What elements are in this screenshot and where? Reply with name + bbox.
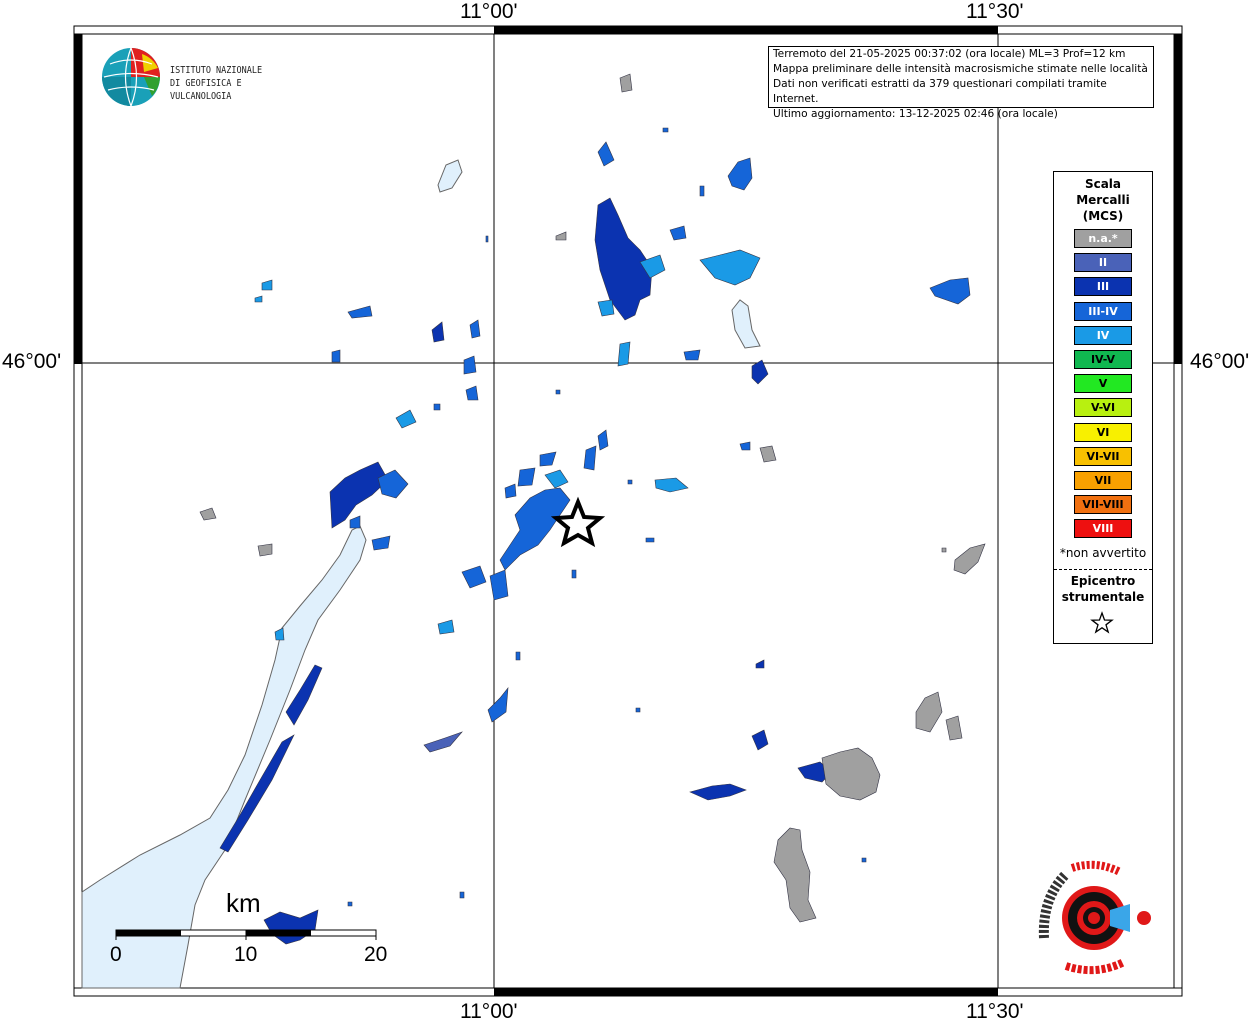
frame-bar-right	[1174, 34, 1182, 364]
event-info-line2: Mappa preliminare delle intensità macros…	[773, 63, 1148, 75]
lon-label-bottom-1: 11°00'	[460, 1000, 518, 1023]
scale-unit-label: km	[226, 888, 261, 918]
legend-item: VI	[1074, 422, 1132, 442]
scale-tick-20: 20	[364, 943, 388, 966]
frame-bar-left	[74, 34, 82, 364]
frame-bar-top	[494, 26, 998, 34]
legend-separator	[1054, 569, 1152, 570]
legend-star-icon	[1090, 611, 1114, 634]
event-info-line3: Dati non verificati estratti da 379 ques…	[773, 78, 1107, 105]
legend-title-line2: Mercalli	[1076, 193, 1130, 207]
scale-tick-0: 0	[110, 943, 122, 966]
lon-label-bottom-2: 11°30'	[966, 1000, 1024, 1023]
legend-item: III-IV	[1074, 301, 1132, 321]
legend-item: VII	[1074, 471, 1132, 490]
legend-title-line3: (MCS)	[1082, 209, 1124, 223]
legend-item: IV	[1074, 325, 1132, 345]
legend-epicenter: Epicentro strumentale	[1054, 573, 1152, 605]
ingv-line1: ISTITUTO NAZIONALE	[170, 65, 263, 76]
scale-tick-10: 10	[234, 943, 258, 966]
lat-label-left: 46°00'	[2, 350, 62, 373]
legend-item: VII-VIII	[1074, 495, 1132, 515]
legend-item: VIII	[1074, 519, 1132, 539]
hsit-logo	[1036, 858, 1166, 978]
legend-note: *non avvertito	[1059, 546, 1147, 560]
frame-bar-bottom	[494, 988, 998, 996]
mcs-legend: Scala Mercalli (MCS) n.a.* II III III-IV IV I…	[1053, 171, 1153, 644]
legend-item: II	[1074, 253, 1132, 273]
legend-item: n.a.*	[1074, 229, 1132, 248]
hsit-logo-icon	[1038, 860, 1151, 975]
event-info-box: Terremoto del 21-05-2025 00:37:02 (ora l…	[768, 46, 1154, 120]
legend-title-line1: Scala	[1084, 177, 1122, 191]
ingv-globe-icon	[102, 47, 160, 107]
ingv-text: ISTITUTO NAZIONALE DI GEOFISICA E VULCAN…	[170, 64, 298, 103]
legend-item: VI-VII	[1074, 446, 1132, 466]
legend-epicenter-line2: strumentale	[1061, 590, 1145, 604]
legend-epicenter-line1: Epicentro	[1070, 574, 1136, 588]
lon-label-top-2: 11°30'	[966, 0, 1024, 23]
event-info-line1: Terremoto del 21-05-2025 00:37:02 (ora l…	[773, 48, 1126, 60]
lat-label-right: 46°00'	[1190, 350, 1250, 373]
map-frame	[73, 25, 1183, 997]
legend-item: V-VI	[1074, 398, 1132, 418]
legend-item: IV-V	[1074, 350, 1132, 369]
legend-item: III	[1074, 277, 1132, 297]
lon-label-top-1: 11°00'	[460, 0, 518, 23]
event-info-line4: Ultimo aggiornamento: 13-12-2025 02:46 (…	[773, 108, 1058, 120]
ingv-line2: DI GEOFISICA E VULCANOLOGIA	[170, 78, 242, 102]
ingv-logo: ISTITUTO NAZIONALE DI GEOFISICA E VULCAN…	[100, 46, 320, 110]
legend-item: V	[1074, 374, 1132, 394]
legend-title: Scala Mercalli (MCS)	[1054, 176, 1152, 224]
